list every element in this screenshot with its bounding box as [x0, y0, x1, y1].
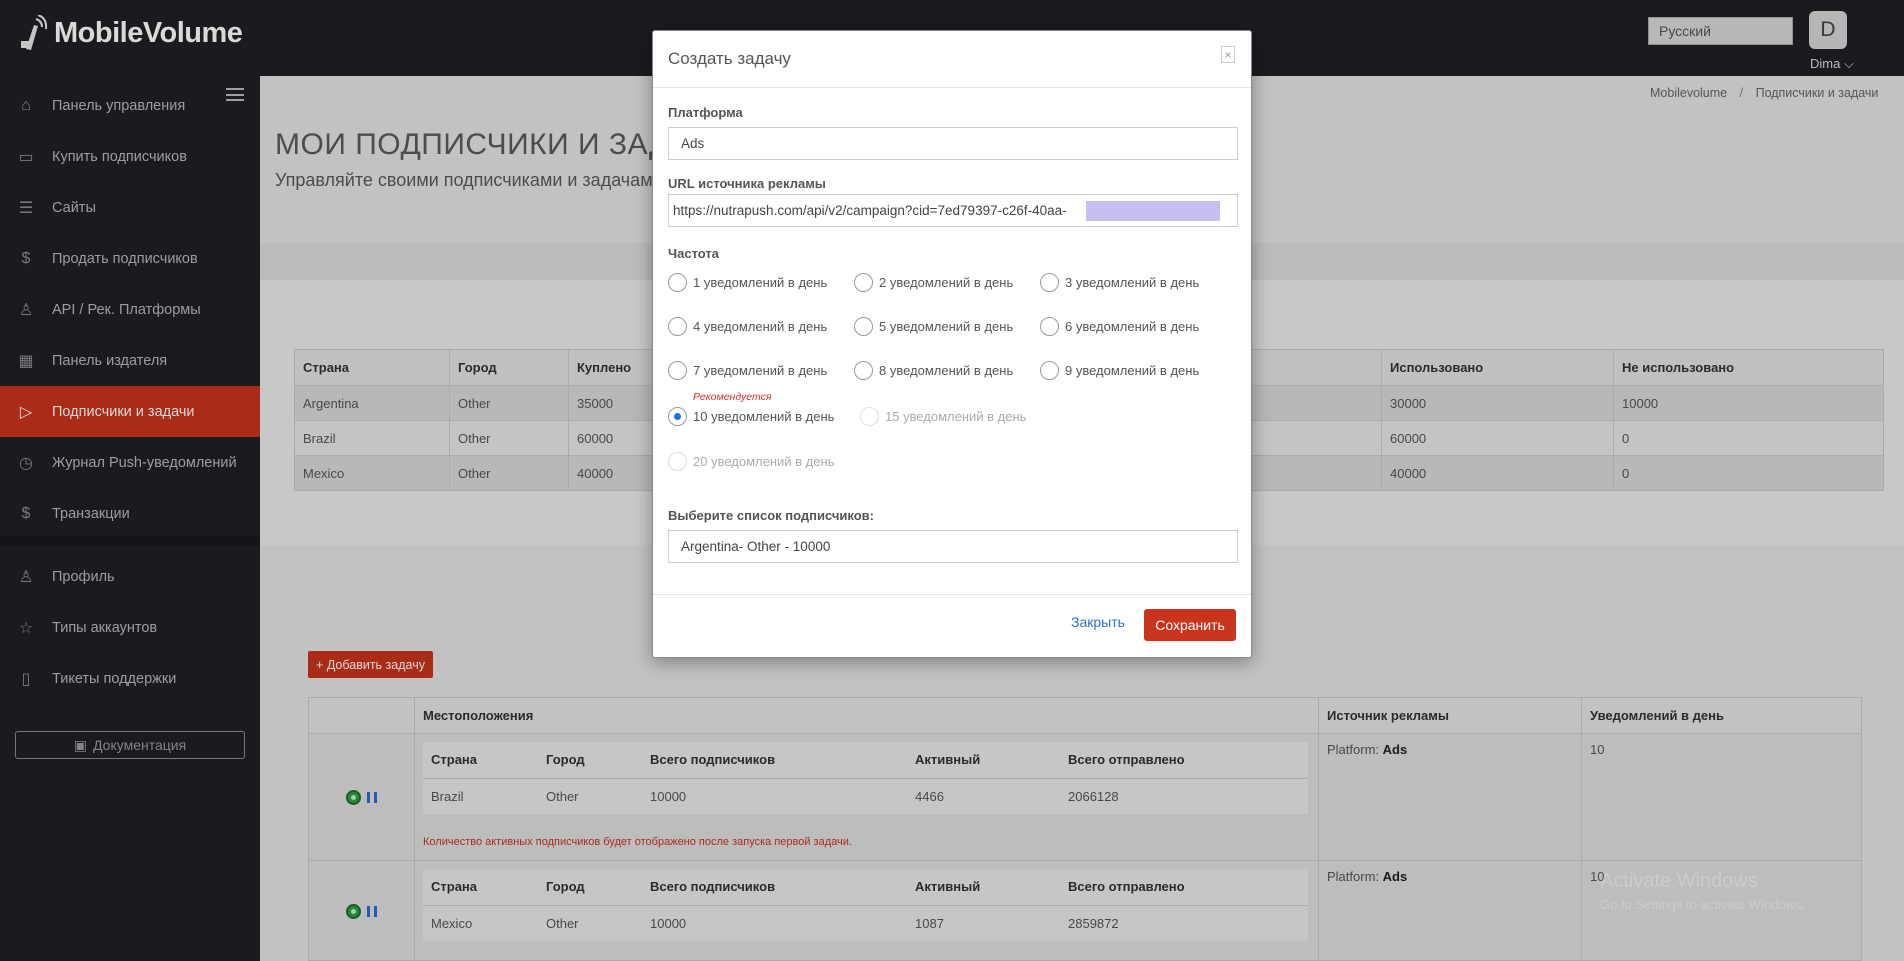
create-task-modal: Создать задачу × Платформа Ads URL источ… — [652, 30, 1252, 658]
radio-circle — [1040, 317, 1059, 336]
radio-circle — [668, 452, 687, 471]
radio-label: 2 уведомлений в день — [879, 275, 1014, 290]
radio-circle — [668, 361, 687, 380]
modal-title: Создать задачу — [668, 49, 791, 68]
platform-field[interactable]: Ads — [668, 127, 1238, 160]
radio-label: 8 уведомлений в день — [879, 363, 1014, 378]
radio-circle — [1040, 273, 1059, 292]
save-button[interactable]: Сохранить — [1144, 609, 1236, 641]
radio-label: 10 уведомлений в день — [693, 409, 835, 424]
radio-label: 4 уведомлений в день — [693, 319, 828, 334]
radio-label: 7 уведомлений в день — [693, 363, 828, 378]
radio-circle — [668, 273, 687, 292]
frequency-option-7[interactable]: 7 уведомлений в день — [668, 361, 827, 380]
platform-label: Платформа — [668, 105, 743, 120]
radio-circle — [1040, 361, 1059, 380]
frequency-option-6[interactable]: 6 уведомлений в день — [1040, 317, 1199, 336]
subscriber-list-label: Выберите список подписчиков: — [668, 508, 875, 523]
radio-label: 1 уведомлений в день — [693, 275, 828, 290]
frequency-option-8[interactable]: 8 уведомлений в день — [854, 361, 1013, 380]
close-button[interactable]: Закрыть — [1071, 614, 1125, 630]
frequency-option-5[interactable]: 5 уведомлений в день — [854, 317, 1013, 336]
ad-url-input[interactable]: https://nutrapush.com/api/v2/campaign?ci… — [668, 194, 1238, 227]
radio-circle-selected — [668, 407, 687, 426]
radio-circle — [668, 317, 687, 336]
radio-label: 9 уведомлений в день — [1065, 363, 1200, 378]
radio-label: 20 уведомлений в день — [693, 454, 835, 469]
radio-circle — [860, 407, 879, 426]
frequency-option-9[interactable]: 9 уведомлений в день — [1040, 361, 1199, 380]
close-icon[interactable]: × — [1221, 46, 1235, 63]
ad-url-value: https://nutrapush.com/api/v2/campaign?ci… — [673, 203, 1067, 218]
recommended-badge: Рекомендуется — [693, 391, 772, 403]
frequency-option-1[interactable]: 1 уведомлений в день — [668, 273, 827, 292]
radio-circle — [854, 317, 873, 336]
radio-circle — [854, 361, 873, 380]
radio-label: 6 уведомлений в день — [1065, 319, 1200, 334]
radio-label: 5 уведомлений в день — [879, 319, 1014, 334]
redacted-overlay — [1086, 201, 1220, 221]
frequency-option-20: 20 уведомлений в день — [668, 452, 834, 471]
modal-header: Создать задачу × — [653, 31, 1251, 88]
frequency-label: Частота — [668, 246, 720, 261]
radio-circle — [854, 273, 873, 292]
frequency-option-3[interactable]: 3 уведомлений в день — [1040, 273, 1199, 292]
frequency-option-4[interactable]: 4 уведомлений в день — [668, 317, 827, 336]
radio-label: 15 уведомлений в день — [885, 409, 1027, 424]
ad-url-label: URL источника рекламы — [668, 176, 826, 191]
frequency-option-15: 15 уведомлений в день — [860, 407, 1026, 426]
subscriber-list-select[interactable]: Argentina- Other - 10000 — [668, 530, 1238, 563]
frequency-option-2[interactable]: 2 уведомлений в день — [854, 273, 1013, 292]
frequency-option-10[interactable]: 10 уведомлений в день — [668, 407, 834, 426]
radio-label: 3 уведомлений в день — [1065, 275, 1200, 290]
